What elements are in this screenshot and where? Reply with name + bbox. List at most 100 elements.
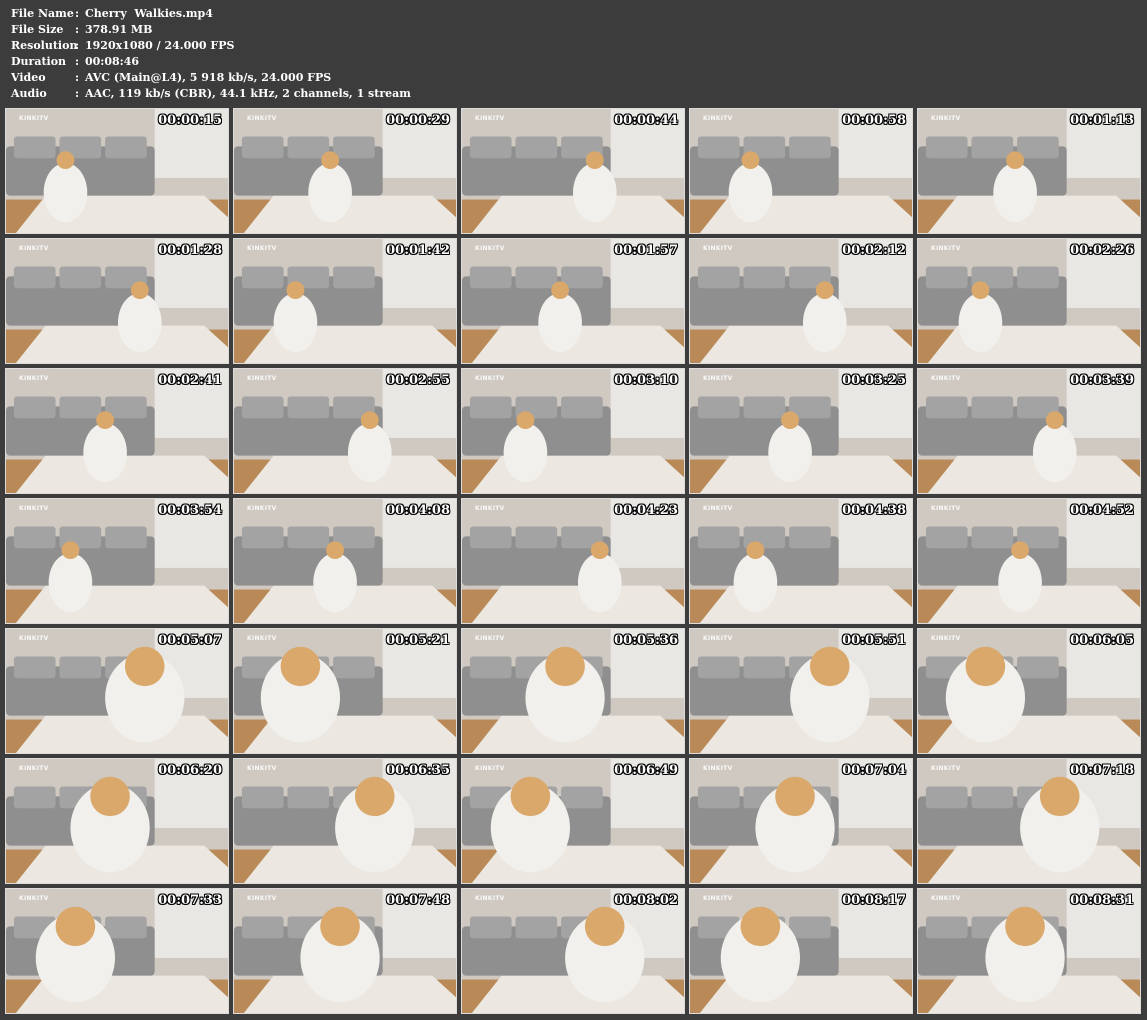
watermark-logo: KINKITV (247, 505, 277, 512)
timestamp-label: 00:05:07 (158, 633, 222, 648)
watermark-logo: KINKITV (475, 895, 505, 902)
scene-figure-head (815, 281, 834, 300)
thumbnail-frame[interactable]: KINKITV 00:06:49 (461, 758, 685, 884)
thumbnail-frame[interactable]: KINKITV 00:06:35 (233, 758, 457, 884)
thumbnail-frame[interactable]: KINKITV 00:02:55 (233, 368, 457, 494)
scene-figure-head (286, 281, 305, 300)
scene-figure-head (775, 776, 815, 817)
info-row-file-name: File Name : Cherry Walkies.mp4 (11, 6, 411, 22)
scene-cushion (697, 136, 740, 159)
thumbnail-frame[interactable]: KINKITV 00:04:08 (233, 498, 457, 624)
scene-figure-head (590, 541, 609, 560)
thumbnail-frame[interactable]: KINKITV 00:05:07 (5, 628, 229, 754)
info-row-video: Video : AVC (Main@L4), 5 918 kb/s, 24.00… (11, 70, 411, 86)
thumbnail-frame[interactable]: KINKITV 00:05:51 (689, 628, 913, 754)
watermark-logo: KINKITV (19, 245, 49, 252)
thumbnail-frame[interactable]: KINKITV 00:03:54 (5, 498, 229, 624)
thumbnail-frame[interactable]: KINKITV 00:00:29 (233, 108, 457, 234)
watermark-logo: KINKITV (703, 375, 733, 382)
timestamp-label: 00:05:51 (842, 633, 906, 648)
thumbnail-frame[interactable]: KINKITV 00:07:33 (5, 888, 229, 1014)
thumbnail-frame[interactable]: KINKITV 00:06:20 (5, 758, 229, 884)
thumbnail-frame[interactable]: KINKITV 00:00:15 (5, 108, 229, 234)
scene-cushion (469, 656, 512, 679)
thumbnail-frame[interactable]: KINKITV 00:05:36 (461, 628, 685, 754)
scene-cushion (515, 916, 558, 939)
scene-rug (699, 585, 912, 623)
scene-cushion (333, 656, 375, 679)
timestamp-label: 00:06:49 (614, 763, 678, 778)
thumbnail-frame[interactable]: KINKITV 00:08:31 (917, 888, 1141, 1014)
thumbnail-frame[interactable]: KINKITV 00:02:26 (917, 238, 1141, 364)
scene-figure (993, 163, 1037, 223)
thumbnail-frame[interactable]: KINKITV 00:03:10 (461, 368, 685, 494)
scene-cushion (971, 136, 1014, 159)
thumbnail-frame[interactable]: KINKITV 00:06:05 (917, 628, 1141, 754)
timestamp-label: 00:04:52 (1070, 503, 1134, 518)
watermark-logo: KINKITV (247, 895, 277, 902)
thumbnail-frame[interactable]: KINKITV 00:08:17 (689, 888, 913, 1014)
watermark-logo: KINKITV (475, 375, 505, 382)
thumbnail-grid: KINKITV 00:00:15 KINKITV 00:00:29 KINKITV 00:… (5, 108, 1141, 1014)
scene-figure-head (965, 646, 1006, 687)
timestamp-label: 00:01:57 (614, 243, 678, 258)
thumbnail-frame[interactable]: KINKITV 00:01:42 (233, 238, 457, 364)
info-separator: : (75, 71, 80, 84)
watermark-logo: KINKITV (931, 115, 961, 122)
thumbnail-frame[interactable]: KINKITV 00:01:57 (461, 238, 685, 364)
info-separator: : (75, 39, 80, 52)
thumbnail-frame[interactable]: KINKITV 00:08:02 (461, 888, 685, 1014)
scene-cushion (561, 786, 603, 809)
scene-figure (1032, 423, 1077, 483)
scene-cushion (697, 266, 740, 289)
thumbnail-frame[interactable]: KINKITV 00:00:44 (461, 108, 685, 234)
scene-figure-head (809, 646, 850, 687)
scene-cushion (241, 266, 284, 289)
scene-cushion (925, 266, 968, 289)
thumbnail-frame[interactable]: KINKITV 00:07:48 (233, 888, 457, 1014)
scene-cushion (561, 396, 603, 419)
scene-cushion (105, 136, 147, 159)
scene-figure-head (1005, 906, 1045, 947)
thumbnail-frame[interactable]: KINKITV 00:07:18 (917, 758, 1141, 884)
scene-figure (503, 423, 548, 483)
thumbnail-frame[interactable]: KINKITV 00:00:58 (689, 108, 913, 234)
thumbnail-frame[interactable]: KINKITV 00:05:21 (233, 628, 457, 754)
watermark-logo: KINKITV (931, 765, 961, 772)
scene-cushion (13, 266, 56, 289)
thumbnail-frame[interactable]: KINKITV 00:01:28 (5, 238, 229, 364)
scene-figure (768, 423, 812, 483)
timestamp-label: 00:04:38 (842, 503, 906, 518)
thumbnail-frame[interactable]: KINKITV 00:04:52 (917, 498, 1141, 624)
info-value-file-name: Cherry Walkies.mp4 (85, 7, 213, 20)
thumbnail-frame[interactable]: KINKITV 00:02:41 (5, 368, 229, 494)
scene-figure-head (584, 906, 625, 947)
thumbnail-frame[interactable]: KINKITV 00:01:13 (917, 108, 1141, 234)
scene-cushion (743, 266, 786, 289)
thumbnail-frame[interactable]: KINKITV 00:03:25 (689, 368, 913, 494)
scene-figure-head (360, 411, 379, 430)
scene-figure (273, 293, 318, 353)
thumbnail-frame[interactable]: KINKITV 00:02:12 (689, 238, 913, 364)
timestamp-label: 00:06:05 (1070, 633, 1134, 648)
thumbnail-frame[interactable]: KINKITV 00:04:38 (689, 498, 913, 624)
scene-cushion (515, 266, 558, 289)
timestamp-label: 00:05:36 (614, 633, 678, 648)
info-separator: : (75, 87, 80, 100)
scene-cushion (925, 786, 968, 809)
scene-figure-head (90, 776, 130, 817)
scene-rug (471, 585, 684, 623)
timestamp-label: 00:00:29 (386, 113, 450, 128)
scene-cushion (925, 916, 968, 939)
info-row-file-size: File Size : 378.91 MB (11, 22, 411, 38)
scene-figure-head (320, 906, 360, 947)
scene-figure-head (96, 411, 115, 430)
timestamp-label: 00:01:42 (386, 243, 450, 258)
thumbnail-frame[interactable]: KINKITV 00:03:39 (917, 368, 1141, 494)
thumbnail-frame[interactable]: KINKITV 00:04:23 (461, 498, 685, 624)
scene-figure (313, 553, 357, 613)
thumbnail-frame[interactable]: KINKITV 00:07:04 (689, 758, 913, 884)
scene-cushion (241, 526, 284, 549)
scene-figure-head (551, 281, 570, 300)
watermark-logo: KINKITV (475, 765, 505, 772)
